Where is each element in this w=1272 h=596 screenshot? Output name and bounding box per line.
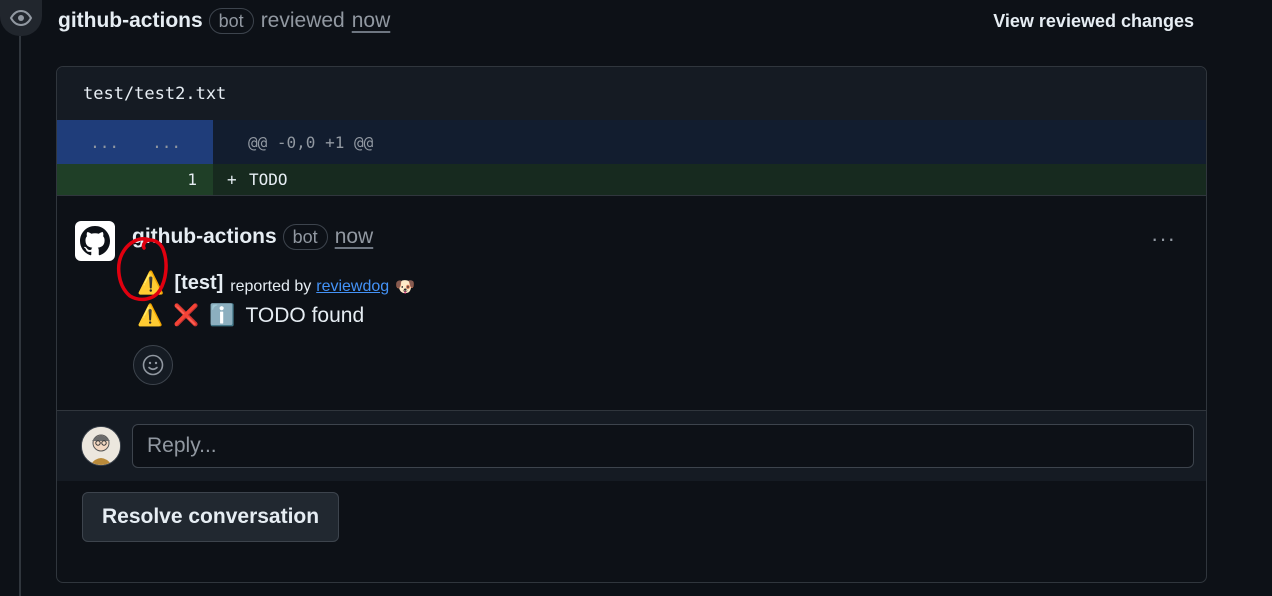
line-content: + TODO <box>213 164 1206 195</box>
comment-timestamp[interactable]: now <box>335 225 374 249</box>
hunk-right-num: ... <box>152 132 181 152</box>
resolve-conversation-button[interactable]: Resolve conversation <box>82 492 340 542</box>
comment-message: TODO found <box>245 304 365 327</box>
eye-icon <box>0 0 42 36</box>
added-sign: + <box>227 170 237 189</box>
dog-icon: 🐶 <box>395 279 416 296</box>
comment-tag: [test] <box>174 271 224 294</box>
user-avatar[interactable] <box>81 426 121 466</box>
bot-badge: bot <box>282 224 328 250</box>
smiley-icon <box>142 354 164 376</box>
file-path[interactable]: test/test2.txt <box>83 84 226 104</box>
line-number[interactable]: 1 <box>57 164 213 195</box>
reply-area <box>57 411 1206 481</box>
comment-line-2: ⚠️ ❌ ℹ️ TODO found <box>137 304 374 328</box>
hunk-left-num: ... <box>90 132 119 152</box>
cross-icon: ❌ <box>173 304 200 327</box>
comment-line-1: ⚠️ [test] reported by reviewdog 🐶 <box>137 270 415 296</box>
hunk-header-text: @@ -0,0 +1 @@ <box>213 120 1206 164</box>
reply-input[interactable] <box>132 424 1194 468</box>
timeline-line <box>19 36 21 596</box>
reviewdog-link[interactable]: reviewdog <box>316 278 389 296</box>
review-author[interactable]: github-actions <box>58 9 203 33</box>
bot-badge: bot <box>208 8 254 34</box>
view-reviewed-changes-link[interactable]: View reviewed changes <box>993 11 1194 32</box>
added-line-row: 1 + TODO <box>57 164 1206 196</box>
comment-header: github-actions bot now <box>132 224 373 250</box>
info-icon: ℹ️ <box>209 304 236 327</box>
hunk-row: ... ... @@ -0,0 +1 @@ <box>57 120 1206 164</box>
file-header: test/test2.txt <box>57 67 1206 120</box>
comment-author[interactable]: github-actions <box>132 225 277 249</box>
review-action: reviewed <box>260 9 345 32</box>
reported-by-text: reported by <box>230 278 312 295</box>
review-comment: github-actions bot now ··· ⚠️ [test] rep… <box>57 196 1206 411</box>
review-header: github-actions bot reviewed now View rev… <box>58 6 1194 36</box>
github-mark-icon[interactable] <box>75 221 115 261</box>
warning-icon: ⚠️ <box>137 304 164 327</box>
line-text: TODO <box>249 170 288 189</box>
kebab-menu-icon[interactable]: ··· <box>1151 226 1176 252</box>
add-reaction-button[interactable] <box>133 345 173 385</box>
review-thread-card: test/test2.txt ... ... @@ -0,0 +1 @@ 1 +… <box>56 66 1207 583</box>
hunk-line-numbers[interactable]: ... ... <box>57 120 213 164</box>
review-timestamp[interactable]: now <box>352 9 391 33</box>
warning-icon: ⚠️ <box>137 270 165 295</box>
